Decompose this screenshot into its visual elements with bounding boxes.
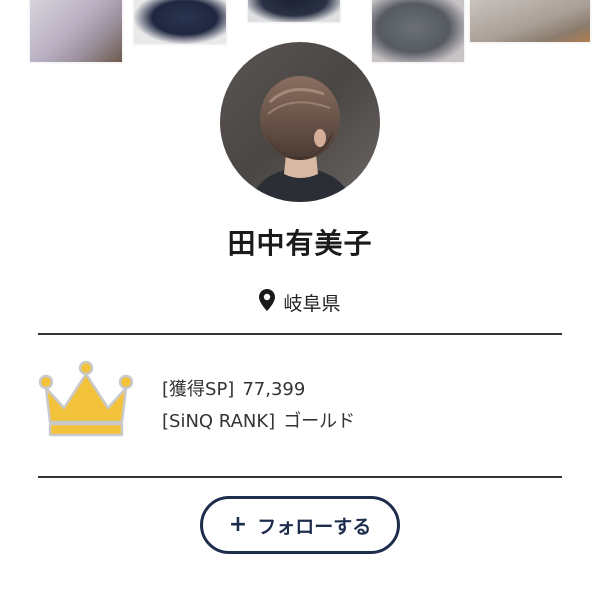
rank-value: ゴールド	[283, 411, 356, 432]
rank-row: [SiNQ RANK] ゴールド	[162, 406, 542, 438]
crown-icon	[38, 360, 134, 438]
divider	[38, 333, 562, 335]
map-pin-icon	[259, 289, 276, 315]
sp-row: [獲得SP] 77,399	[162, 374, 542, 406]
gallery-photo[interactable]	[134, 0, 226, 44]
avatar[interactable]	[220, 42, 380, 202]
plus-icon: +	[228, 512, 248, 537]
follow-button-label: フォローする	[257, 515, 372, 538]
divider	[38, 476, 562, 478]
avatar-frame	[212, 34, 388, 210]
gallery-photo[interactable]	[372, 0, 464, 62]
profile-page: 田中有美子 岐阜県 [獲得SP] 77,399 [SiNQ RANK] ゴールド…	[0, 0, 600, 600]
sp-value: 77,399	[242, 379, 306, 400]
sp-label: [獲得SP]	[162, 379, 235, 400]
gallery-photo[interactable]	[248, 0, 340, 22]
rank-stats: [獲得SP] 77,399 [SiNQ RANK] ゴールド	[162, 374, 542, 438]
gallery-photo[interactable]	[470, 0, 590, 42]
rank-label: [SiNQ RANK]	[162, 411, 276, 432]
location-row: 岐阜県	[0, 287, 600, 317]
user-name: 田中有美子	[227, 227, 373, 260]
gallery-photo[interactable]	[30, 0, 122, 62]
follow-button[interactable]: + フォローする	[200, 496, 400, 554]
location-text: 岐阜県	[283, 292, 341, 315]
